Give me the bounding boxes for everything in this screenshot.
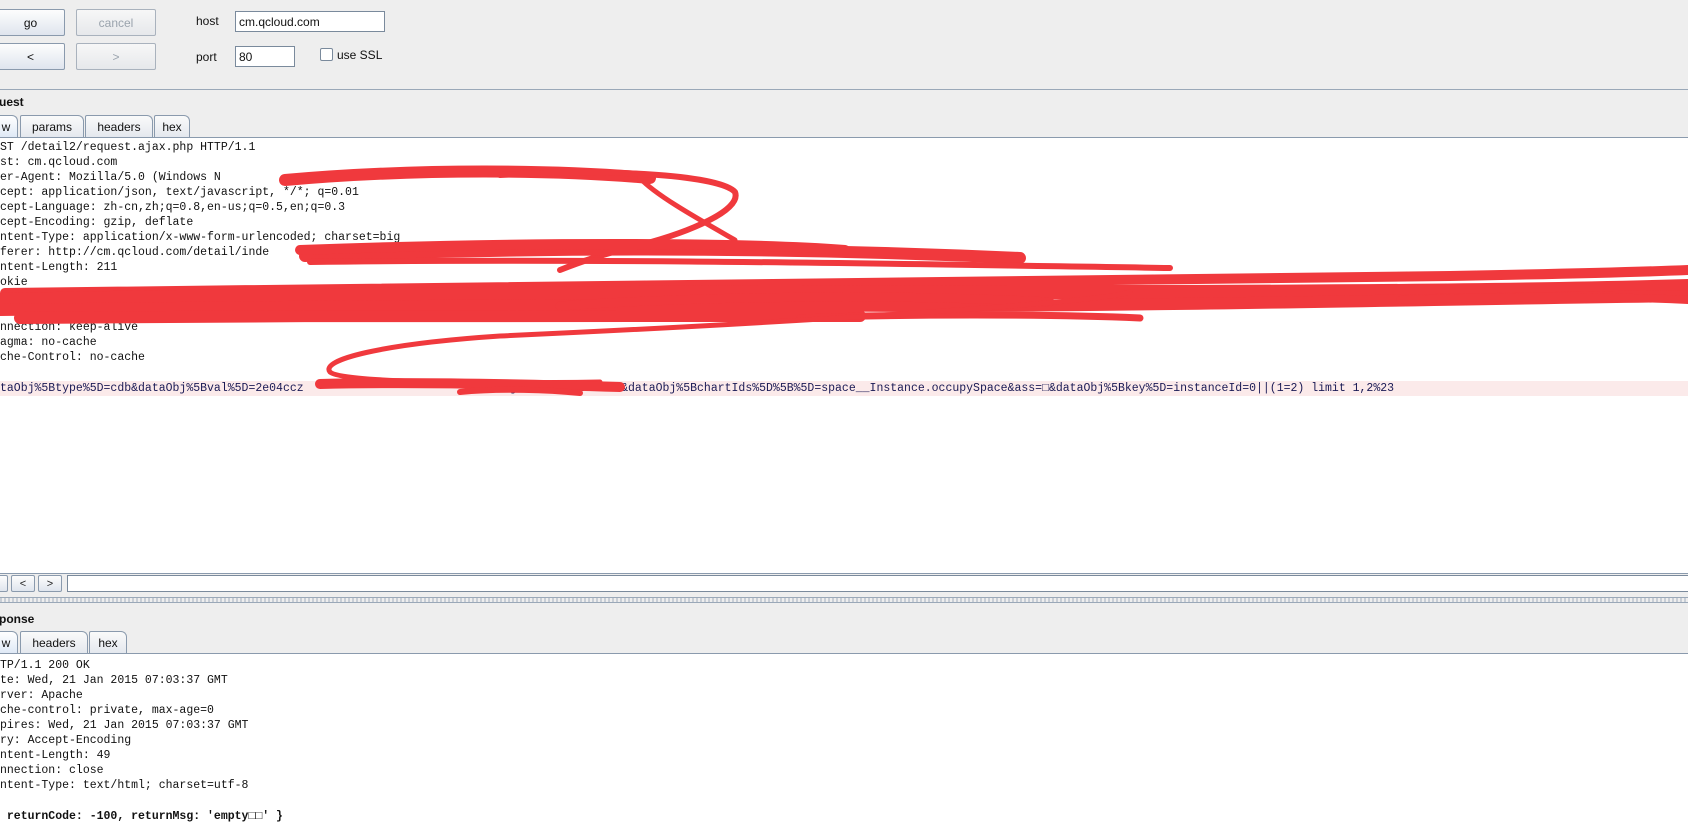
port-label: port (196, 50, 217, 64)
host-label: host (196, 14, 219, 28)
response-line: pires: Wed, 21 Jan 2015 07:03:37 GMT (0, 719, 249, 732)
request-line: che-Control: no-cache (0, 351, 145, 364)
use-ssl-checkbox[interactable] (320, 48, 333, 61)
request-line: ntent-Length: 211 (0, 261, 118, 274)
request-line: agma: no-cache (0, 336, 97, 349)
request-section-title: uest (0, 95, 24, 109)
request-line: st: cm.qcloud.com (0, 156, 118, 169)
request-line: er-Agent: Mozilla/5.0 (Windows N (0, 171, 221, 184)
request-text-area[interactable]: ST /detail2/request.ajax.php HTTP/1.1 st… (0, 137, 1688, 574)
use-ssl-label: use SSL (337, 48, 383, 62)
toolbar-divider (0, 89, 1688, 90)
request-nav-first-button[interactable] (0, 575, 8, 592)
response-line: nnection: close (0, 764, 104, 777)
request-nav-bar: < > (0, 575, 1688, 594)
response-line: TP/1.1 200 OK (0, 659, 90, 672)
tab-response-hex[interactable]: hex (89, 631, 127, 653)
request-body-line: taObj%5Btype%5D=cdb&dataObj%5Bval%5D=2e0… (0, 382, 1395, 395)
tab-response-headers[interactable]: headers (20, 631, 88, 653)
response-line: ntent-Length: 49 (0, 749, 111, 762)
request-line: cept-Encoding: gzip, deflate (0, 216, 194, 229)
pane-splitter[interactable] (0, 597, 1688, 603)
port-input[interactable]: 80 (235, 46, 295, 67)
request-line: ferer: http://cm.qcloud.com/detail/inde (0, 246, 270, 259)
request-line: cept-Language: zh-cn,zh;q=0.8,en-us;q=0.… (0, 201, 346, 214)
request-line: nnection: keep-alive (0, 321, 139, 334)
cancel-button[interactable]: cancel (76, 9, 156, 36)
tab-request-hex[interactable]: hex (154, 115, 190, 137)
response-line: ry: Accept-Encoding (0, 734, 132, 747)
tab-request-raw[interactable]: w (0, 115, 18, 137)
back-button[interactable]: < (0, 43, 65, 70)
response-line: te: Wed, 21 Jan 2015 07:03:37 GMT (0, 674, 228, 687)
request-line: okie (0, 276, 28, 289)
response-body-line: returnCode: -100, returnMsg: 'empty□□' } (0, 810, 283, 823)
request-line: ntent-Type: application/x-www-form-urlen… (0, 231, 401, 244)
request-line: cept: application/json, text/javascript,… (0, 186, 359, 199)
tab-request-headers[interactable]: headers (85, 115, 153, 137)
response-line: ntent-Type: text/html; charset=utf-8 (0, 779, 249, 792)
go-button[interactable]: go (0, 9, 65, 36)
tab-response-raw[interactable]: w (0, 631, 18, 653)
request-search-input[interactable] (67, 575, 1688, 592)
response-line: rver: Apache (0, 689, 83, 702)
response-text-area[interactable]: TP/1.1 200 OK te: Wed, 21 Jan 2015 07:03… (0, 653, 1688, 840)
response-line: che-control: private, max-age=0 (0, 704, 214, 717)
tab-request-params[interactable]: params (20, 115, 84, 137)
host-input[interactable]: cm.qcloud.com (235, 11, 385, 32)
request-line: ST /detail2/request.ajax.php HTTP/1.1 (0, 141, 256, 154)
response-section-title: ponse (0, 612, 35, 626)
forward-button[interactable]: > (76, 43, 156, 70)
request-nav-next-button[interactable]: > (38, 575, 62, 592)
request-nav-prev-button[interactable]: < (11, 575, 35, 592)
